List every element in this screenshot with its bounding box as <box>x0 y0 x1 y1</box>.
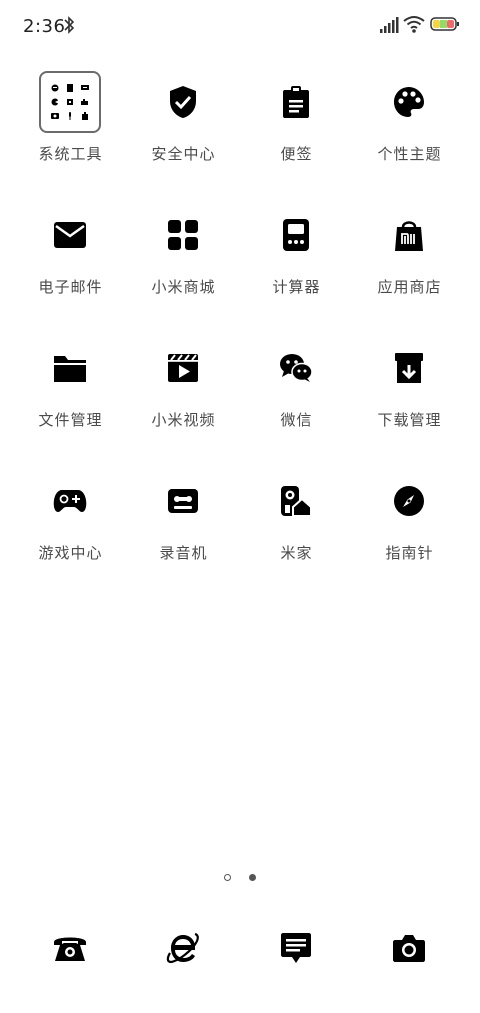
dock <box>14 928 466 972</box>
app-download-manager[interactable]: 下载管理 <box>353 336 466 446</box>
battery-icon <box>430 16 460 36</box>
wechat-icon <box>264 336 328 400</box>
app-app-store[interactable]: 应用商店 <box>353 203 466 313</box>
app-label: 小米商城 <box>151 278 216 296</box>
app-calculator[interactable]: 计算器 <box>240 203 353 313</box>
mail-icon <box>38 203 102 267</box>
wifi-icon <box>403 15 425 37</box>
folder-icon <box>38 70 102 134</box>
app-label: 米家 <box>280 544 313 562</box>
app-label: 微信 <box>280 411 313 429</box>
app-label: 安全中心 <box>151 145 216 163</box>
recorder-icon <box>151 469 215 533</box>
notes-icon <box>264 70 328 134</box>
app-label: 便签 <box>280 145 313 163</box>
app-system-tools[interactable]: 系统工具 <box>14 70 127 180</box>
app-label: 指南针 <box>385 544 434 562</box>
app-email[interactable]: 电子邮件 <box>14 203 127 313</box>
app-notes[interactable]: 便签 <box>240 70 353 180</box>
app-mijia[interactable]: 米家 <box>240 469 353 579</box>
app-mi-video[interactable]: 小米视频 <box>127 336 240 446</box>
dock-phone[interactable] <box>38 928 102 972</box>
app-game-center[interactable]: 游戏中心 <box>14 469 127 579</box>
dock-messages[interactable] <box>264 928 328 972</box>
status-time: 2:36 <box>23 16 66 37</box>
messages-icon <box>280 932 312 968</box>
app-themes[interactable]: 个性主题 <box>353 70 466 180</box>
app-label: 小米视频 <box>151 411 216 429</box>
app-label: 录音机 <box>159 544 208 562</box>
status-bar: 2:36 <box>0 0 480 52</box>
app-wechat[interactable]: 微信 <box>240 336 353 446</box>
calculator-icon <box>264 203 328 267</box>
compass-icon <box>377 469 441 533</box>
dock-camera[interactable] <box>377 928 441 972</box>
app-store-bag-icon <box>377 203 441 267</box>
app-label: 游戏中心 <box>38 544 103 562</box>
camera-icon <box>392 933 426 967</box>
app-label: 系统工具 <box>38 145 103 163</box>
page-dot-active[interactable] <box>248 874 256 881</box>
page-indicator <box>0 866 480 885</box>
app-label: 个性主题 <box>377 145 442 163</box>
dock-browser[interactable] <box>151 928 215 972</box>
video-icon <box>151 336 215 400</box>
shield-icon <box>151 70 215 134</box>
download-icon <box>377 336 441 400</box>
app-compass[interactable]: 指南针 <box>353 469 466 579</box>
app-security-center[interactable]: 安全中心 <box>127 70 240 180</box>
app-label: 应用商店 <box>377 278 442 296</box>
store-grid-icon <box>151 203 215 267</box>
mijia-icon <box>264 469 328 533</box>
signal-icon <box>380 17 400 37</box>
app-label: 下载管理 <box>377 411 442 429</box>
app-file-manager[interactable]: 文件管理 <box>14 336 127 446</box>
gamepad-icon <box>38 469 102 533</box>
app-label: 计算器 <box>272 278 321 296</box>
app-mi-store[interactable]: 小米商城 <box>127 203 240 313</box>
browser-icon <box>166 931 200 969</box>
bluetooth-icon <box>63 15 75 39</box>
file-folder-icon <box>38 336 102 400</box>
phone-icon <box>52 933 88 967</box>
palette-icon <box>377 70 441 134</box>
app-label: 文件管理 <box>38 411 103 429</box>
app-label: 电子邮件 <box>38 278 103 296</box>
page-dot[interactable] <box>224 874 232 881</box>
app-recorder[interactable]: 录音机 <box>127 469 240 579</box>
